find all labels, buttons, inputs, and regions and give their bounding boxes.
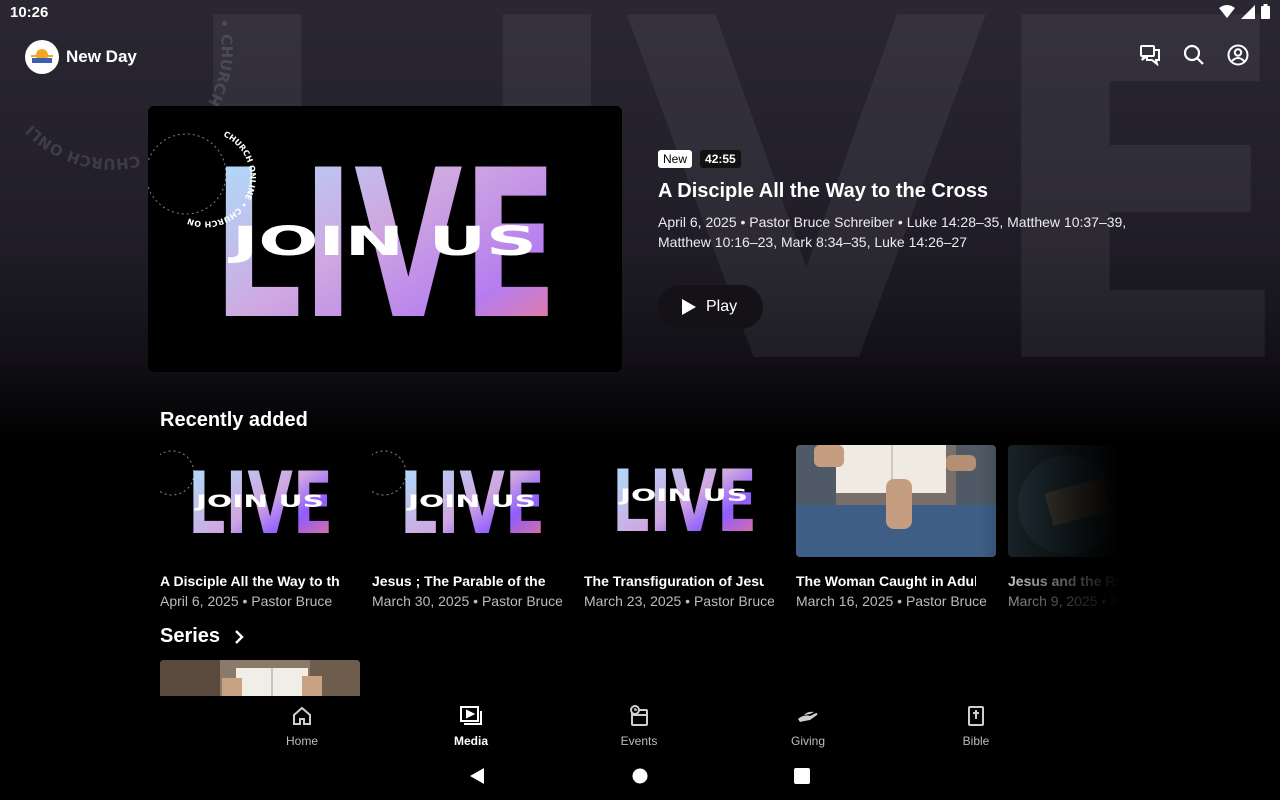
app-title: New Day bbox=[66, 47, 137, 66]
series-card-thumbnail[interactable] bbox=[160, 660, 360, 696]
media-card-title: Jesus ; The Parable of the bbox=[372, 573, 546, 589]
nav-item-events[interactable]: Events bbox=[589, 704, 689, 748]
nav-item-home[interactable]: Home bbox=[252, 704, 352, 748]
media-card-title: A Disciple All the Way to the bbox=[160, 573, 340, 589]
media-card-title: The Transfiguration of Jesus bbox=[584, 573, 764, 589]
nav-item-bible[interactable]: Bible bbox=[926, 704, 1026, 748]
home-icon bbox=[252, 704, 352, 728]
events-icon bbox=[589, 704, 689, 728]
recently-added-list: LIVE JOIN US A Disciple All the Way to t… bbox=[160, 445, 1120, 610]
featured-title: A Disciple All the Way to the Cross bbox=[658, 180, 989, 202]
media-card-thumbnail: LIVE JOIN US bbox=[372, 445, 572, 557]
wifi-icon bbox=[1219, 4, 1235, 18]
series-heading[interactable]: Series bbox=[160, 625, 244, 648]
chat-icon[interactable] bbox=[1138, 43, 1162, 67]
battery-icon bbox=[1261, 4, 1270, 19]
card-join-us: JOIN US bbox=[194, 492, 324, 512]
status-icons bbox=[1219, 4, 1270, 19]
featured-video-info: New 42:55 A Disciple All the Way to the … bbox=[658, 150, 1138, 252]
play-icon bbox=[682, 299, 696, 315]
play-label: Play bbox=[706, 298, 738, 315]
media-card-meta: March 16, 2025 • Pastor Bruce bbox=[796, 593, 986, 609]
card-join-us: JOIN US bbox=[618, 486, 748, 506]
media-card[interactable]: LIVE JOIN US The Transfiguration of Jesu… bbox=[584, 445, 784, 609]
system-navigation-bar bbox=[0, 752, 1280, 800]
home-circle-icon[interactable] bbox=[630, 766, 650, 786]
nav-item-label: Giving bbox=[790, 734, 825, 748]
search-icon[interactable] bbox=[1182, 43, 1206, 67]
series-heading-label: Series bbox=[160, 625, 221, 647]
featured-meta: April 6, 2025 • Pastor Bruce Schreiber •… bbox=[658, 214, 1127, 250]
account-icon[interactable] bbox=[1226, 43, 1250, 67]
media-card-thumbnail: LIVE JOIN US bbox=[160, 445, 360, 557]
recents-icon[interactable] bbox=[792, 766, 812, 786]
media-card-thumbnail: LIVE JOIN US bbox=[584, 445, 784, 557]
nav-item-label: Events bbox=[620, 734, 658, 748]
nav-item-giving[interactable]: Giving bbox=[758, 704, 858, 748]
bible-icon bbox=[926, 704, 1026, 728]
media-card-meta: March 23, 2025 • Pastor Bruce bbox=[584, 593, 774, 609]
status-time: 10:26 bbox=[10, 4, 49, 21]
media-card[interactable]: The Woman Caught in Adultery March 16, 2… bbox=[796, 445, 996, 609]
bottom-navigation: Home Media Events Giving Bible bbox=[0, 696, 1280, 752]
media-card-meta: April 6, 2025 • Pastor Bruce bbox=[160, 593, 333, 609]
church-logo[interactable] bbox=[25, 40, 59, 74]
play-button[interactable]: Play bbox=[658, 285, 763, 329]
list-fade-overlay bbox=[980, 445, 1120, 610]
giving-icon bbox=[758, 704, 858, 728]
back-icon[interactable] bbox=[468, 766, 488, 786]
media-card[interactable]: LIVE JOIN US A Disciple All the Way to t… bbox=[160, 445, 360, 609]
media-icon bbox=[421, 704, 521, 728]
media-card-title: The Woman Caught in Adultery bbox=[796, 573, 976, 589]
nav-item-label: Bible bbox=[962, 734, 990, 748]
new-badge: New bbox=[658, 150, 693, 168]
nav-item-media[interactable]: Media bbox=[421, 704, 521, 748]
nav-item-label: Home bbox=[285, 734, 318, 748]
duration-badge: 42:55 bbox=[700, 150, 741, 168]
media-card-meta: March 30, 2025 • Pastor Bruce bbox=[372, 593, 562, 609]
status-bar: 10:26 bbox=[0, 0, 1280, 24]
media-card-thumbnail bbox=[796, 445, 996, 557]
recently-added-heading: Recently added bbox=[160, 409, 308, 431]
card-join-us: JOIN US bbox=[406, 492, 536, 512]
thumbnail-join-us: JOIN US bbox=[227, 219, 537, 265]
media-card[interactable]: LIVE JOIN US Jesus ; The Parable of the … bbox=[372, 445, 572, 609]
featured-video-thumbnail[interactable]: LIVE JOIN US CHURCH ONLINE • CHURCH ONLI… bbox=[148, 106, 622, 372]
chevron-right-icon bbox=[235, 629, 244, 644]
app-bar: New Day bbox=[0, 36, 1280, 80]
nav-item-label: Media bbox=[453, 734, 488, 748]
signal-icon bbox=[1241, 4, 1255, 19]
